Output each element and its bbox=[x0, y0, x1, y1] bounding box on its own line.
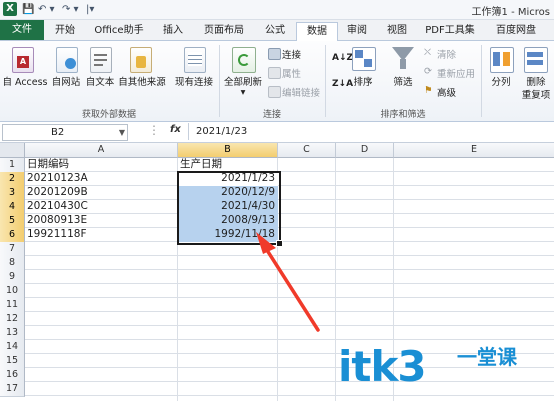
arrow-shaft bbox=[263, 245, 320, 332]
arrow-head bbox=[256, 232, 276, 254]
watermark-subtitle: 一堂课 bbox=[457, 345, 517, 369]
annotation-arrow bbox=[256, 232, 320, 332]
watermark-logo: itk3 bbox=[338, 342, 427, 391]
